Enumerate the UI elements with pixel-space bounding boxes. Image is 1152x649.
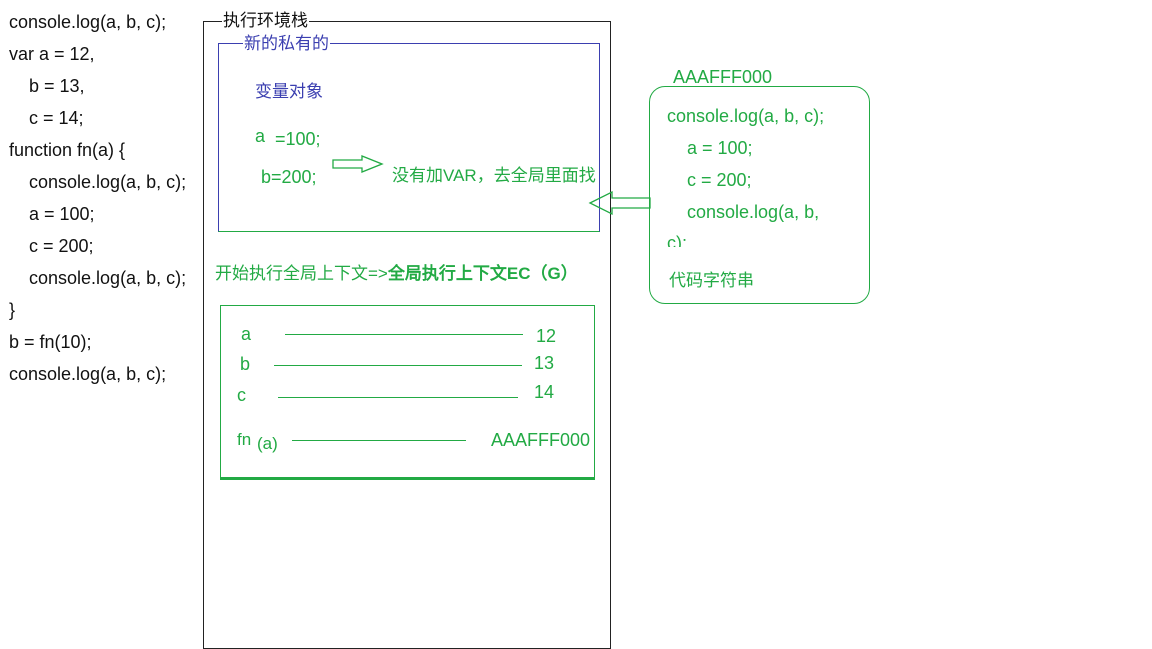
global-var-a-line <box>285 334 523 335</box>
code-line: var a = 12, <box>9 44 95 64</box>
global-var-a-value: 12 <box>536 326 557 346</box>
global-var-fn-line <box>292 440 466 441</box>
heap-address: AAAFFF000 <box>673 67 773 87</box>
left-arrow-icon <box>588 190 651 216</box>
code-line: console.log(a, b, c); <box>29 172 187 192</box>
private-context-title: 新的私有的 <box>243 29 330 54</box>
global-var-fn-value: AAAFFF000 <box>491 430 591 450</box>
code-line: console.log(a, b, c); <box>29 268 187 288</box>
arrow-note: 没有加VAR，去全局里面找 <box>392 166 596 185</box>
heap-code-line: c = 200; <box>687 170 752 190</box>
code-line: console.log(a, b, c); <box>9 12 167 32</box>
variable-object-label: 变量对象 <box>255 82 323 101</box>
heap-code-line: console.log(a, b, c); <box>667 106 825 126</box>
heap-code-line: a = 100; <box>687 138 753 158</box>
code-line: c = 200; <box>29 236 94 256</box>
heap-code-line: c); <box>667 233 687 247</box>
global-context-note-bold: 全局执行上下文EC（G） <box>387 264 578 283</box>
global-var-c-name: c <box>237 385 246 405</box>
private-var-a-value: =100; <box>275 129 321 149</box>
global-var-fn-param: (a) <box>257 434 278 453</box>
code-line: b = 13, <box>29 76 85 96</box>
heap-caption: 代码字符串 <box>669 271 754 290</box>
execution-stack-title: 执行环境栈 <box>222 6 309 31</box>
global-var-fn-name: fn <box>237 430 252 449</box>
global-var-b-line <box>274 365 522 366</box>
global-var-a-name: a <box>241 324 252 344</box>
global-var-c-line <box>278 397 518 398</box>
global-var-b-name: b <box>240 354 251 374</box>
code-line: a = 100; <box>29 204 95 224</box>
private-var-b: b=200; <box>261 167 317 187</box>
heap-code-line: console.log(a, b, <box>687 202 820 222</box>
code-line: console.log(a, b, c); <box>9 364 167 384</box>
global-var-c-value: 14 <box>534 382 555 402</box>
private-var-a-name: a <box>255 126 266 146</box>
code-line: c = 14; <box>29 108 84 128</box>
global-context-note: 开始执行全局上下文=>全局执行上下文EC（G） <box>215 259 578 284</box>
global-var-b-value: 13 <box>534 353 555 373</box>
right-arrow-icon <box>332 155 384 173</box>
code-line: function fn(a) { <box>9 140 126 160</box>
code-line: b = fn(10); <box>9 332 92 352</box>
code-line: } <box>9 300 16 320</box>
global-context-note-plain: 开始执行全局上下文=> <box>215 264 388 283</box>
